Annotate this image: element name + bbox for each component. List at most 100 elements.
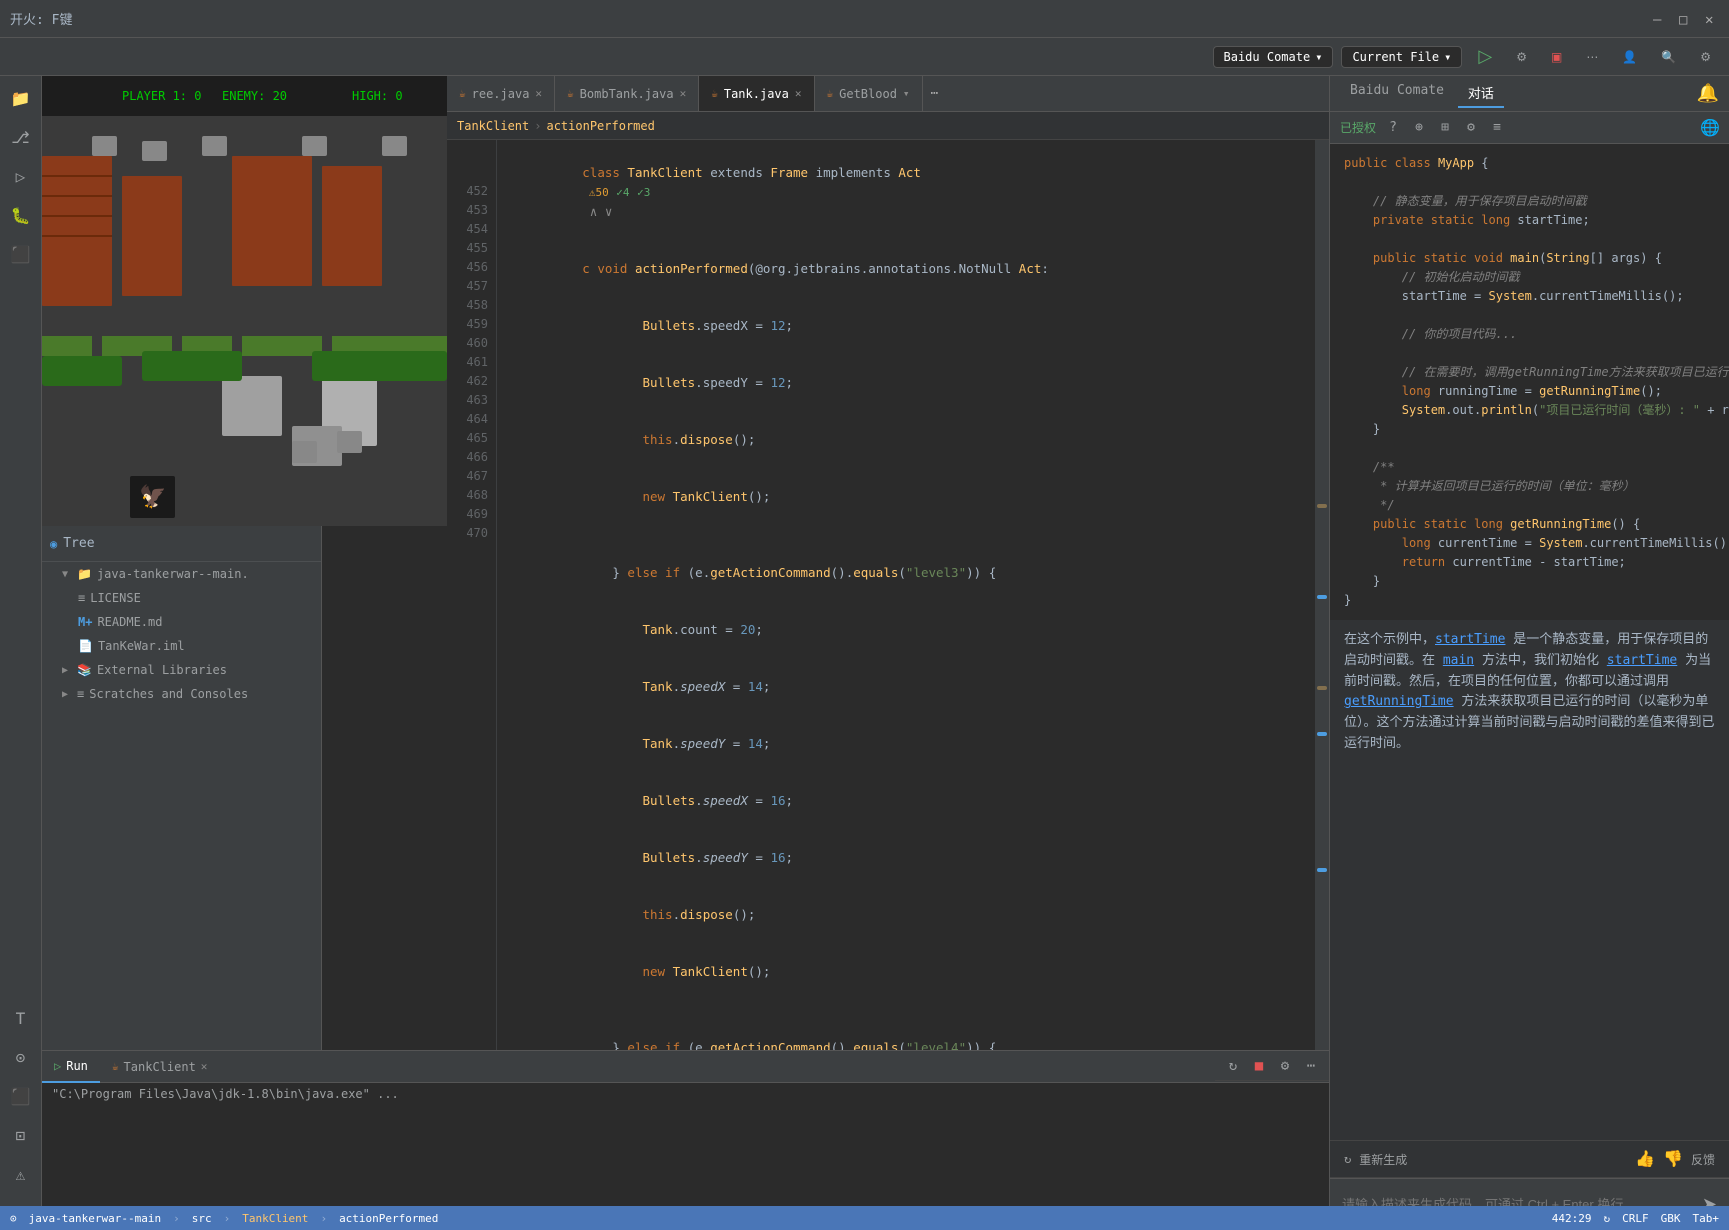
ln-457: 457 bbox=[447, 277, 488, 296]
tree-item-readme[interactable]: M+ README.md bbox=[42, 610, 321, 634]
tool2-icon[interactable]: ⊙ bbox=[4, 1040, 38, 1074]
file-icon: ≡ bbox=[78, 591, 85, 605]
java-icon-4: ☕ bbox=[827, 87, 834, 100]
ai-add-icon[interactable]: ⊕ bbox=[1410, 119, 1428, 137]
ai-code-block: public class MyApp { // 静态变量，用于保存项目启动时间戳… bbox=[1330, 144, 1729, 620]
code-line-453: Bullets.speedY = 12; bbox=[507, 354, 1305, 411]
ai-code-3: // 静态变量，用于保存项目启动时间戳 bbox=[1344, 192, 1715, 211]
tab-more-btn[interactable]: ⋯ bbox=[923, 86, 947, 101]
ai-toolbar: 已授权 ? ⊕ ⊞ ⚙ ≡ 🌐 bbox=[1330, 112, 1729, 144]
user-button[interactable]: 👤 bbox=[1614, 43, 1645, 71]
search-button[interactable]: 🔍 bbox=[1653, 43, 1684, 71]
maximize-button[interactable]: □ bbox=[1679, 12, 1693, 26]
bottom-tab-close[interactable]: ✕ bbox=[201, 1060, 208, 1073]
folder-open-icon: 📁 bbox=[77, 567, 92, 581]
ln-456: 456 bbox=[447, 258, 488, 277]
status-project: ⊙ bbox=[10, 1212, 17, 1225]
tree-label-readme: README.md bbox=[97, 615, 162, 629]
ln-452: 452 bbox=[447, 182, 488, 201]
ai-notification-icon[interactable]: 🔔 bbox=[1697, 83, 1719, 104]
window-title: 开火: F键 bbox=[10, 9, 72, 28]
debug-icon[interactable]: 🐛 bbox=[4, 198, 38, 232]
ai-grid-icon[interactable]: ⊞ bbox=[1436, 119, 1454, 137]
toolbar-right: Baidu Comate ▾ Current File ▾ ▷ ⚙ ▣ ⋯ 👤 … bbox=[1213, 43, 1720, 71]
ai-settings-icon[interactable]: ⚙ bbox=[1462, 119, 1480, 137]
ai-code-13: long runningTime = getRunningTime(); bbox=[1344, 382, 1715, 401]
more-btn[interactable]: ⋯ bbox=[1301, 1056, 1321, 1076]
settings-btn[interactable]: ⚙ bbox=[1275, 1056, 1295, 1076]
scroll-marker-1 bbox=[1317, 504, 1327, 508]
run-icon[interactable]: ▷ bbox=[4, 159, 38, 193]
tree-item-ext-libs[interactable]: ▶ 📚 External Libraries bbox=[42, 658, 321, 682]
thumbs-down-button[interactable]: 👎 bbox=[1663, 1149, 1683, 1169]
warn-icon[interactable]: ⚠ bbox=[4, 1157, 38, 1191]
ai-tab-chat[interactable]: 对话 bbox=[1458, 79, 1504, 108]
scroll-marker-5 bbox=[1317, 868, 1327, 872]
tab-tank[interactable]: ☕ Tank.java ✕ bbox=[699, 76, 814, 112]
ln-455: 455 bbox=[447, 239, 488, 258]
tool1-icon[interactable]: T bbox=[4, 1001, 38, 1035]
tab-ree[interactable]: ☕ ree.java ✕ bbox=[447, 76, 555, 112]
feedback-button[interactable]: 反馈 bbox=[1691, 1151, 1715, 1168]
ai-code-24: } bbox=[1344, 591, 1715, 610]
tab-close-1[interactable]: ✕ bbox=[535, 87, 542, 100]
git-icon[interactable]: ⎇ bbox=[4, 120, 38, 154]
close-button[interactable]: ✕ bbox=[1705, 12, 1719, 26]
current-file-dropdown-icon: ▾ bbox=[1315, 50, 1322, 64]
settings-button[interactable]: ⚙ bbox=[1508, 43, 1535, 71]
minimize-button[interactable]: — bbox=[1653, 12, 1667, 26]
ai-menu-icon[interactable]: ≡ bbox=[1488, 119, 1506, 137]
folder-icon[interactable]: 📁 bbox=[4, 81, 38, 115]
ln-header bbox=[447, 144, 488, 163]
plugins-button[interactable]: ⚙ bbox=[1692, 43, 1719, 71]
current-file-btn[interactable]: Current File ▾ bbox=[1341, 46, 1462, 68]
terminal-icon[interactable]: ⬛ bbox=[4, 237, 38, 271]
run-button[interactable]: ▷ bbox=[1470, 43, 1500, 71]
more-icon: ▾ bbox=[903, 87, 910, 100]
ai-code-2 bbox=[1344, 173, 1715, 192]
restart-btn[interactable]: ↻ bbox=[1223, 1056, 1243, 1076]
tab-close-2[interactable]: ✕ bbox=[680, 87, 687, 100]
tool4-icon[interactable]: ⊡ bbox=[4, 1118, 38, 1152]
bottom-tab-tankclient-label: TankClient bbox=[124, 1060, 196, 1074]
tab-close-3[interactable]: ✕ bbox=[795, 87, 802, 100]
tree-item-iml[interactable]: 📄 TanKeWar.iml bbox=[42, 634, 321, 658]
code-content[interactable]: class TankClient extends Frame implement… bbox=[497, 140, 1315, 1050]
current-file-selector[interactable]: Baidu Comate ▾ bbox=[1213, 46, 1334, 68]
ln-466: 466 bbox=[447, 448, 488, 467]
ai-highlight-getrunning: getRunningTime bbox=[1344, 694, 1454, 709]
ai-code-7: // 初始化启动时间戳 bbox=[1344, 268, 1715, 287]
svg-text:HIGH: 0: HIGH: 0 bbox=[352, 89, 403, 103]
bottom-tab-run[interactable]: ▷ Run bbox=[42, 1051, 100, 1083]
tree-item-license[interactable]: ≡ LICENSE bbox=[42, 586, 321, 610]
more-button[interactable]: ⋯ bbox=[1578, 43, 1606, 71]
ai-baidu-icon: 🌐 bbox=[1701, 119, 1719, 137]
stop-btn[interactable]: ■ bbox=[1249, 1056, 1269, 1076]
ai-code-16 bbox=[1344, 439, 1715, 458]
tree-item-root[interactable]: ▼ 📁 java-tankerwar--main. bbox=[42, 562, 321, 586]
current-file-chevron: ▾ bbox=[1444, 50, 1451, 64]
java-icon-2: ☕ bbox=[567, 87, 574, 100]
regenerate-button[interactable]: 重新生成 bbox=[1359, 1151, 1407, 1168]
status-project-name: java-tankerwar--main bbox=[29, 1212, 161, 1225]
thumbs-up-button[interactable]: 👍 bbox=[1635, 1149, 1655, 1169]
ai-tab-name[interactable]: Baidu Comate bbox=[1340, 79, 1454, 108]
status-indent: Tab+ bbox=[1693, 1212, 1720, 1225]
ai-help-icon[interactable]: ? bbox=[1384, 119, 1402, 137]
breadcrumb-sep1: › bbox=[534, 119, 541, 133]
ai-code-9 bbox=[1344, 306, 1715, 325]
scrollbar-gutter[interactable] bbox=[1315, 140, 1329, 1050]
ai-header: Baidu Comate 对话 🔔 bbox=[1330, 76, 1729, 112]
tab-bombtank[interactable]: ☕ BombTank.java ✕ bbox=[555, 76, 699, 112]
ai-code-22: return currentTime - startTime; bbox=[1344, 553, 1715, 572]
ln-465: 465 bbox=[447, 429, 488, 448]
tree-item-scratches[interactable]: ▶ ≡ Scratches and Consoles bbox=[42, 682, 321, 706]
library-icon: 📚 bbox=[77, 663, 92, 677]
tool3-icon[interactable]: ⬛ bbox=[4, 1079, 38, 1113]
bottom-tab-tankclient[interactable]: ☕ TankClient ✕ bbox=[100, 1051, 220, 1083]
code-line-462: Bullets.speedY = 16; bbox=[507, 829, 1305, 886]
record-button[interactable]: ▣ bbox=[1543, 43, 1570, 71]
tab-getblood[interactable]: ☕ GetBlood ▾ bbox=[815, 76, 923, 112]
ln-468: 468 bbox=[447, 486, 488, 505]
editor-tabs: ☕ ree.java ✕ ☕ BombTank.java ✕ ☕ Tank.ja… bbox=[447, 76, 1329, 112]
